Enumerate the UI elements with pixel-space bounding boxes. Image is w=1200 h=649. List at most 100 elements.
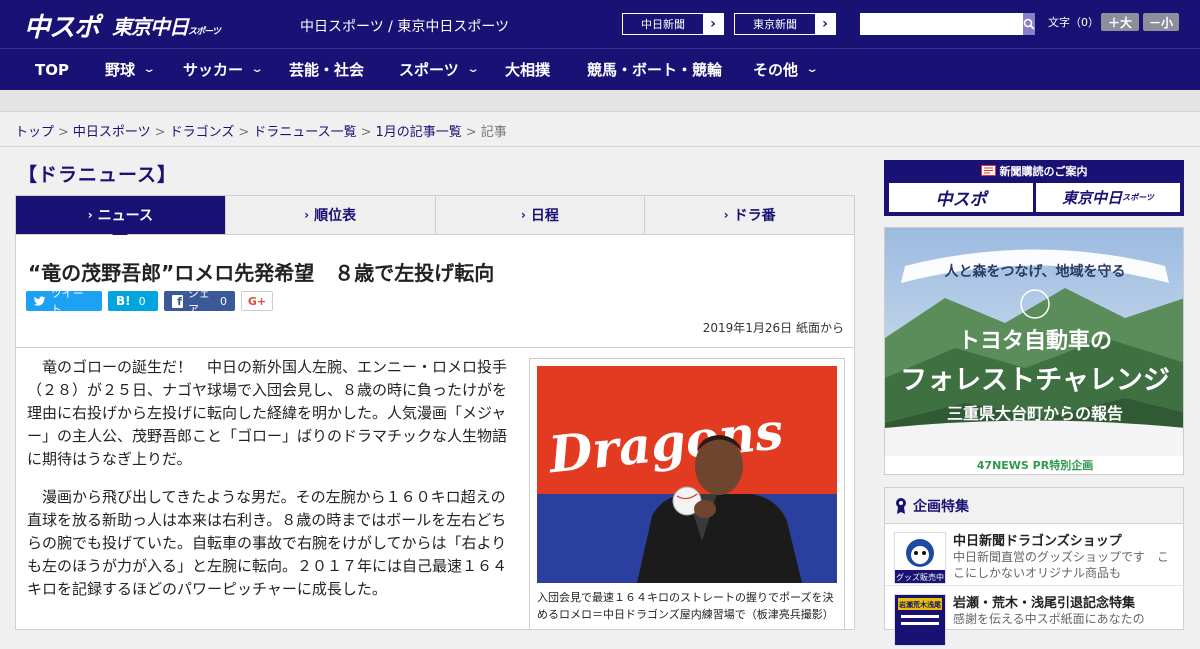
ad-line1: 人と森をつなげ、地域を守る xyxy=(944,264,1126,280)
dragons-shop-thumbnail-label: グッズ販売中 xyxy=(896,572,944,582)
list-item[interactable]: グッズ販売中 中日新聞ドラゴンズショップ 中日新聞直営のグッズショップです ここ… xyxy=(885,524,1185,586)
ad-banner[interactable]: 人と森をつなげ、地域を守る トヨタ自動車の フォレストチャレンジ 三重県大台町か… xyxy=(884,227,1184,475)
retirement-special-thumbnail: 岩瀬荒木浅尾 xyxy=(894,594,946,646)
subscribe-chunichi-sports[interactable]: 中スポ xyxy=(889,183,1033,212)
nav-item-baseball[interactable]: 野球 ⌄ xyxy=(105,49,156,90)
retirement-special-thumbnail-label: 岩瀬荒木浅尾 xyxy=(898,600,941,609)
chevron-down-icon: ⌄ xyxy=(250,64,264,75)
retirement-special-image: 岩瀬荒木浅尾 xyxy=(895,595,945,645)
search-input[interactable] xyxy=(860,13,1023,35)
breadcrumb-separator: > xyxy=(360,125,372,140)
newspaper-icon xyxy=(980,165,996,176)
breadcrumb: トップ > 中日スポーツ > ドラゴンズ > ドラニュース一覧 >1月の記事一覧 > 記事 xyxy=(15,121,507,140)
chevron-right-icon: › xyxy=(87,208,93,222)
font-larger-button[interactable]: ＋大 xyxy=(1101,13,1139,31)
nav-item-sumo[interactable]: 大相撲 xyxy=(505,49,550,90)
breadcrumb-dragons[interactable]: ドラゴンズ xyxy=(170,125,235,140)
ad-line3: フォレストチャレンジ xyxy=(900,365,1170,396)
nav-item-racing[interactable]: 競馬・ボート・競輪 xyxy=(587,49,722,90)
dragons-mascot-icon: グッズ販売中 xyxy=(895,539,945,583)
tab-standings[interactable]: › 順位表 xyxy=(224,196,435,234)
nav-item-soccer[interactable]: サッカー ⌄ xyxy=(183,49,264,90)
ad-line4: 三重県大台町からの報告 xyxy=(946,404,1123,423)
article-header: “竜の茂野吾郎”ロメロ先発希望 ８歳で左投げ転向 ツイート B! 0 f シェア… xyxy=(15,235,855,348)
font-smaller-button[interactable]: －小 xyxy=(1143,13,1179,31)
nav-item-top[interactable]: TOP xyxy=(35,49,69,90)
ad-line2: トヨタ自動車の xyxy=(957,329,1112,354)
chunichi-sports-logo[interactable]: 中スポ xyxy=(24,7,100,44)
breadcrumb-separator: > xyxy=(154,125,166,140)
tweet-label: ツイート xyxy=(50,287,84,316)
hatena-bookmark-button[interactable]: B! 0 xyxy=(108,291,158,311)
special-item-title: 中日新聞ドラゴンズショップ xyxy=(953,534,1122,549)
nav-item-label: 芸能・社会 xyxy=(289,61,365,79)
chevron-right-icon: › xyxy=(520,208,526,222)
breadcrumb-separator: > xyxy=(238,125,250,140)
special-item-desc: 中日新聞直営のグッズショップです ここにしかないオリジナル商品も xyxy=(953,550,1170,580)
hatena-icon: B! xyxy=(116,294,131,308)
tab-news[interactable]: › ニュース xyxy=(16,196,225,242)
site-search xyxy=(860,13,1035,35)
article-paragraph: 漫画から飛び出してきたような男だ。その左腕から１６０キロ超えの直球を放る新助っ人… xyxy=(27,488,508,598)
breadcrumb-dora-news-list[interactable]: ドラニュース一覧 xyxy=(253,125,356,140)
tokyo-chunichi-logo[interactable]: 東京中日スポーツ xyxy=(112,11,221,40)
list-item[interactable]: 岩瀬荒木浅尾 岩瀬・荒木・浅尾引退記念特集 感謝を伝える中スポ紙面にあなたの xyxy=(885,586,1185,648)
breadcrumb-january-list[interactable]: 1月の記事一覧 xyxy=(376,125,462,140)
tab-reporter[interactable]: › ドラ番 xyxy=(644,196,854,234)
subscription-title: 新聞購読のご案内 xyxy=(999,164,1088,178)
site-header: 中スポ 東京中日スポーツ 中日スポーツ / 東京中日スポーツ 中日新聞 › 東京… xyxy=(0,0,1200,48)
twitter-icon xyxy=(34,295,46,306)
article-headline: “竜の茂野吾郎”ロメロ先発希望 ８歳で左投げ転向 xyxy=(28,261,495,285)
breadcrumb-top[interactable]: トップ xyxy=(15,125,54,140)
chevron-right-icon: › xyxy=(723,208,729,222)
chunichi-shimbun-link[interactable]: 中日新聞 › xyxy=(622,13,724,35)
nav-item-label: 野球 xyxy=(105,61,136,79)
tokyo-chunichi-logo-small: スポーツ xyxy=(188,27,221,37)
nav-item-label: スポーツ xyxy=(399,61,459,79)
nav-item-sports[interactable]: スポーツ ⌄ xyxy=(399,49,480,90)
hatena-count: 0 xyxy=(138,294,146,308)
sub-band xyxy=(0,90,1200,112)
subscribe-tokyo-chunichi-small: スポーツ xyxy=(1122,193,1154,202)
breadcrumb-separator: > xyxy=(58,125,69,140)
special-features: 企画特集 グッズ販売中 中日新聞ドラゴンズショップ 中日新聞直営のグッズショップ… xyxy=(884,487,1185,646)
article-photo: Dragons 入団会見で最速１６４キロのストレートの握りでポーズを決めるロメロ… xyxy=(529,358,845,629)
subscribe-tokyo-chunichi-text: 東京中日 xyxy=(1062,189,1123,207)
divider xyxy=(0,146,1200,147)
font-size-label: 文字（0） xyxy=(1048,16,1099,29)
search-button[interactable] xyxy=(1023,13,1035,35)
site-name[interactable]: 中日スポーツ / 東京中日スポーツ xyxy=(300,16,509,36)
article-paragraph: 竜のゴローの誕生だ！ 中日の新外国人左腕、エンニー・ロメロ投手（２８）が２５日、… xyxy=(27,358,508,468)
subscription-heading: 新聞購読のご案内 xyxy=(885,161,1183,180)
section-title: 【ドラニュース】 xyxy=(18,164,178,186)
special-item-desc: 感謝を伝える中スポ紙面にあなたの xyxy=(953,612,1145,626)
nav-item-label: 競馬・ボート・競輪 xyxy=(587,61,723,79)
photo-caption: 入団会見で最速１６４キロのストレートの握りでポーズを決めるロメロ＝中日ドラゴンズ… xyxy=(537,591,834,621)
chevron-right-icon: › xyxy=(703,14,723,34)
tab-label: ニュース xyxy=(97,208,153,224)
article-body: 竜のゴローの誕生だ！ 中日の新外国人左腕、エンニー・ロメロ投手（２８）が２５日、… xyxy=(15,348,855,630)
nav-item-label: その他 xyxy=(753,61,799,79)
nav-item-others[interactable]: その他 ⌄ xyxy=(753,49,819,90)
article-photo-image[interactable]: Dragons xyxy=(537,366,837,583)
tokyo-shimbun-link[interactable]: 東京新聞 › xyxy=(734,13,836,35)
google-plus-button[interactable]: G+ xyxy=(241,291,273,311)
facebook-share-button[interactable]: f シェア 0 xyxy=(164,287,235,316)
tweet-button[interactable]: ツイート xyxy=(26,287,102,316)
nav-item-label: TOP xyxy=(35,60,69,79)
article-date: 2019年1月26日 紙面から xyxy=(702,321,844,335)
subscribe-tokyo-chunichi[interactable]: 東京中日 スポーツ xyxy=(1036,183,1180,212)
special-features-header: 企画特集 xyxy=(885,488,1183,524)
subscription-box: 新聞購読のご案内 中スポ 東京中日 スポーツ xyxy=(884,160,1184,216)
tab-schedule[interactable]: › 日程 xyxy=(434,196,645,234)
nav-item-entertainment[interactable]: 芸能・社会 xyxy=(289,49,364,90)
special-item-title: 岩瀬・荒木・浅尾引退記念特集 xyxy=(953,596,1136,611)
facebook-icon: f xyxy=(172,294,183,308)
breadcrumb-chunichi-sports[interactable]: 中日スポーツ xyxy=(73,125,151,140)
special-features-title: 企画特集 xyxy=(913,498,969,515)
photo-illustration: Dragons xyxy=(537,366,837,583)
medal-icon xyxy=(896,497,906,514)
chevron-down-icon: ⌄ xyxy=(142,64,156,75)
tab-label: 順位表 xyxy=(314,208,357,224)
breadcrumb-separator: > xyxy=(465,125,477,140)
